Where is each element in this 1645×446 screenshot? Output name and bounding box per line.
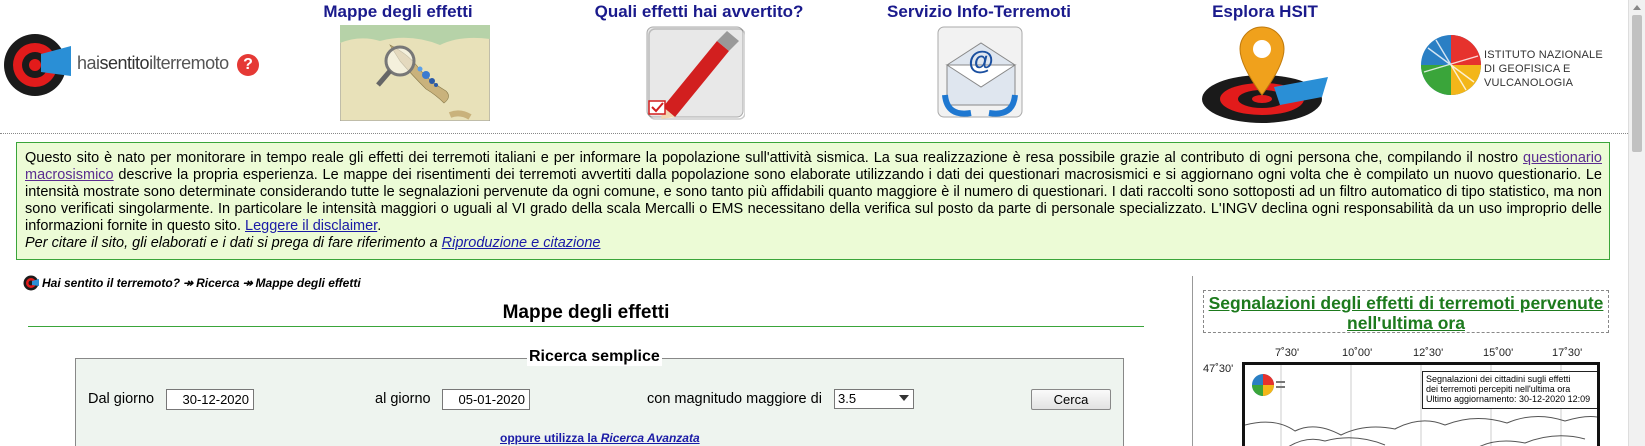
- breadcrumb-separator: ↠: [242, 276, 253, 290]
- disclaimer-link[interactable]: Leggere il disclaimer: [245, 218, 377, 234]
- hsit-logo[interactable]: haisentitoilterremoto ?: [3, 32, 265, 102]
- lon-tick: 7˚30': [1275, 347, 1300, 359]
- email-envelope-icon[interactable]: @: [935, 25, 1025, 121]
- citation-note: Per citare il sito, gli elaborati e i da…: [25, 235, 601, 251]
- to-date-label: al giorno: [375, 391, 431, 407]
- ingv-mini-logo-icon: [1252, 374, 1285, 396]
- pen-checkbox-icon[interactable]: [643, 25, 746, 121]
- from-date-label: Dal giorno: [88, 391, 155, 407]
- nav-mappe-effetti[interactable]: Mappe degli effetti: [322, 2, 491, 122]
- nav-quali-effetti[interactable]: Quali effetti hai avvertito?: [594, 2, 804, 120]
- nav-esplora-hsit-label[interactable]: Esplora HSIT: [1200, 2, 1330, 22]
- column-divider: [1192, 276, 1193, 446]
- page-title: Mappe degli effetti: [502, 302, 670, 323]
- map-pin-target-icon[interactable]: [1202, 25, 1328, 125]
- breadcrumb: Hai sentito il terremoto? ↠ Ricerca ↠ Ma…: [23, 275, 361, 291]
- italy-map-magnifier-icon[interactable]: [339, 24, 491, 122]
- nav-esplora-hsit[interactable]: Esplora HSIT: [1200, 2, 1330, 123]
- hsit-logo-text: haisentitoilterremoto: [77, 53, 229, 73]
- advanced-search-link[interactable]: oppure utilizza la Ricerca Avanzata: [500, 431, 700, 445]
- lon-tick: 10˚00': [1342, 347, 1373, 359]
- target-icon: [23, 275, 39, 291]
- breadcrumb-separator: ↠: [183, 276, 194, 290]
- breadcrumb-home[interactable]: Hai sentito il terremoto?: [42, 276, 180, 290]
- citation-link[interactable]: Riproduzione e citazione: [442, 235, 601, 251]
- breadcrumb-ricerca[interactable]: Ricerca: [196, 276, 239, 290]
- last-hour-panel-header: Segnalazioni degli effetti di terremoti …: [1203, 290, 1609, 333]
- nav-mappe-effetti-label[interactable]: Mappe degli effetti: [322, 2, 474, 22]
- last-hour-map[interactable]: 7˚30' 10˚00' 12˚30' 15˚00' 17˚30' 47˚30'…: [1203, 345, 1609, 446]
- svg-text:@: @: [968, 45, 993, 75]
- from-date-input[interactable]: [166, 389, 254, 410]
- magnitude-value: 3.5: [838, 391, 857, 406]
- vertical-scrollbar[interactable]: [1628, 0, 1645, 446]
- magnitude-select[interactable]: 3.5: [834, 389, 914, 409]
- simple-search-legend: Ricerca semplice: [527, 348, 662, 366]
- lat-tick: 47˚30': [1203, 363, 1234, 375]
- lon-tick: 15˚00': [1483, 347, 1514, 359]
- breadcrumb-current: Mappe degli effetti: [255, 276, 361, 290]
- map-frame: Segnalazioni dei cittadini sugli effetti…: [1242, 362, 1600, 446]
- chevron-down-icon: [899, 395, 909, 401]
- nav-info-terremoti[interactable]: Servizio Info-Terremoti @: [884, 2, 1074, 118]
- site-header: haisentitoilterremoto ? Mappe degli effe…: [0, 0, 1628, 134]
- ingv-globe-icon: [1421, 35, 1481, 95]
- nav-quali-effetti-label[interactable]: Quali effetti hai avvertito?: [594, 2, 804, 22]
- lon-tick: 12˚30': [1413, 347, 1444, 359]
- help-badge: ?: [237, 54, 259, 76]
- map-legend: Segnalazioni dei cittadini sugli effetti…: [1422, 371, 1597, 409]
- search-button[interactable]: Cerca: [1031, 389, 1111, 410]
- lon-tick: 17˚30': [1552, 347, 1583, 359]
- intro-text-1: Questo sito è nato per monitorare in tem…: [25, 150, 1523, 166]
- magnitude-label: con magnitudo maggiore di: [647, 391, 822, 407]
- ingv-logo-text: ISTITUTO NAZIONALE DI GEOFISICA E VULCAN…: [1484, 49, 1603, 89]
- title-divider: [28, 326, 1144, 327]
- scroll-up-arrow-icon[interactable]: [1633, 5, 1641, 10]
- ingv-logo[interactable]: ISTITUTO NAZIONALE DI GEOFISICA E VULCAN…: [1420, 32, 1628, 100]
- intro-notice: Questo sito è nato per monitorare in tem…: [16, 142, 1610, 260]
- to-date-input[interactable]: [442, 389, 530, 410]
- target-logo-icon: [4, 34, 71, 96]
- scrollbar-thumb[interactable]: [1632, 15, 1642, 152]
- last-hour-reports-link[interactable]: Segnalazioni degli effetti di terremoti …: [1204, 293, 1608, 333]
- nav-info-terremoti-label[interactable]: Servizio Info-Terremoti: [884, 2, 1074, 22]
